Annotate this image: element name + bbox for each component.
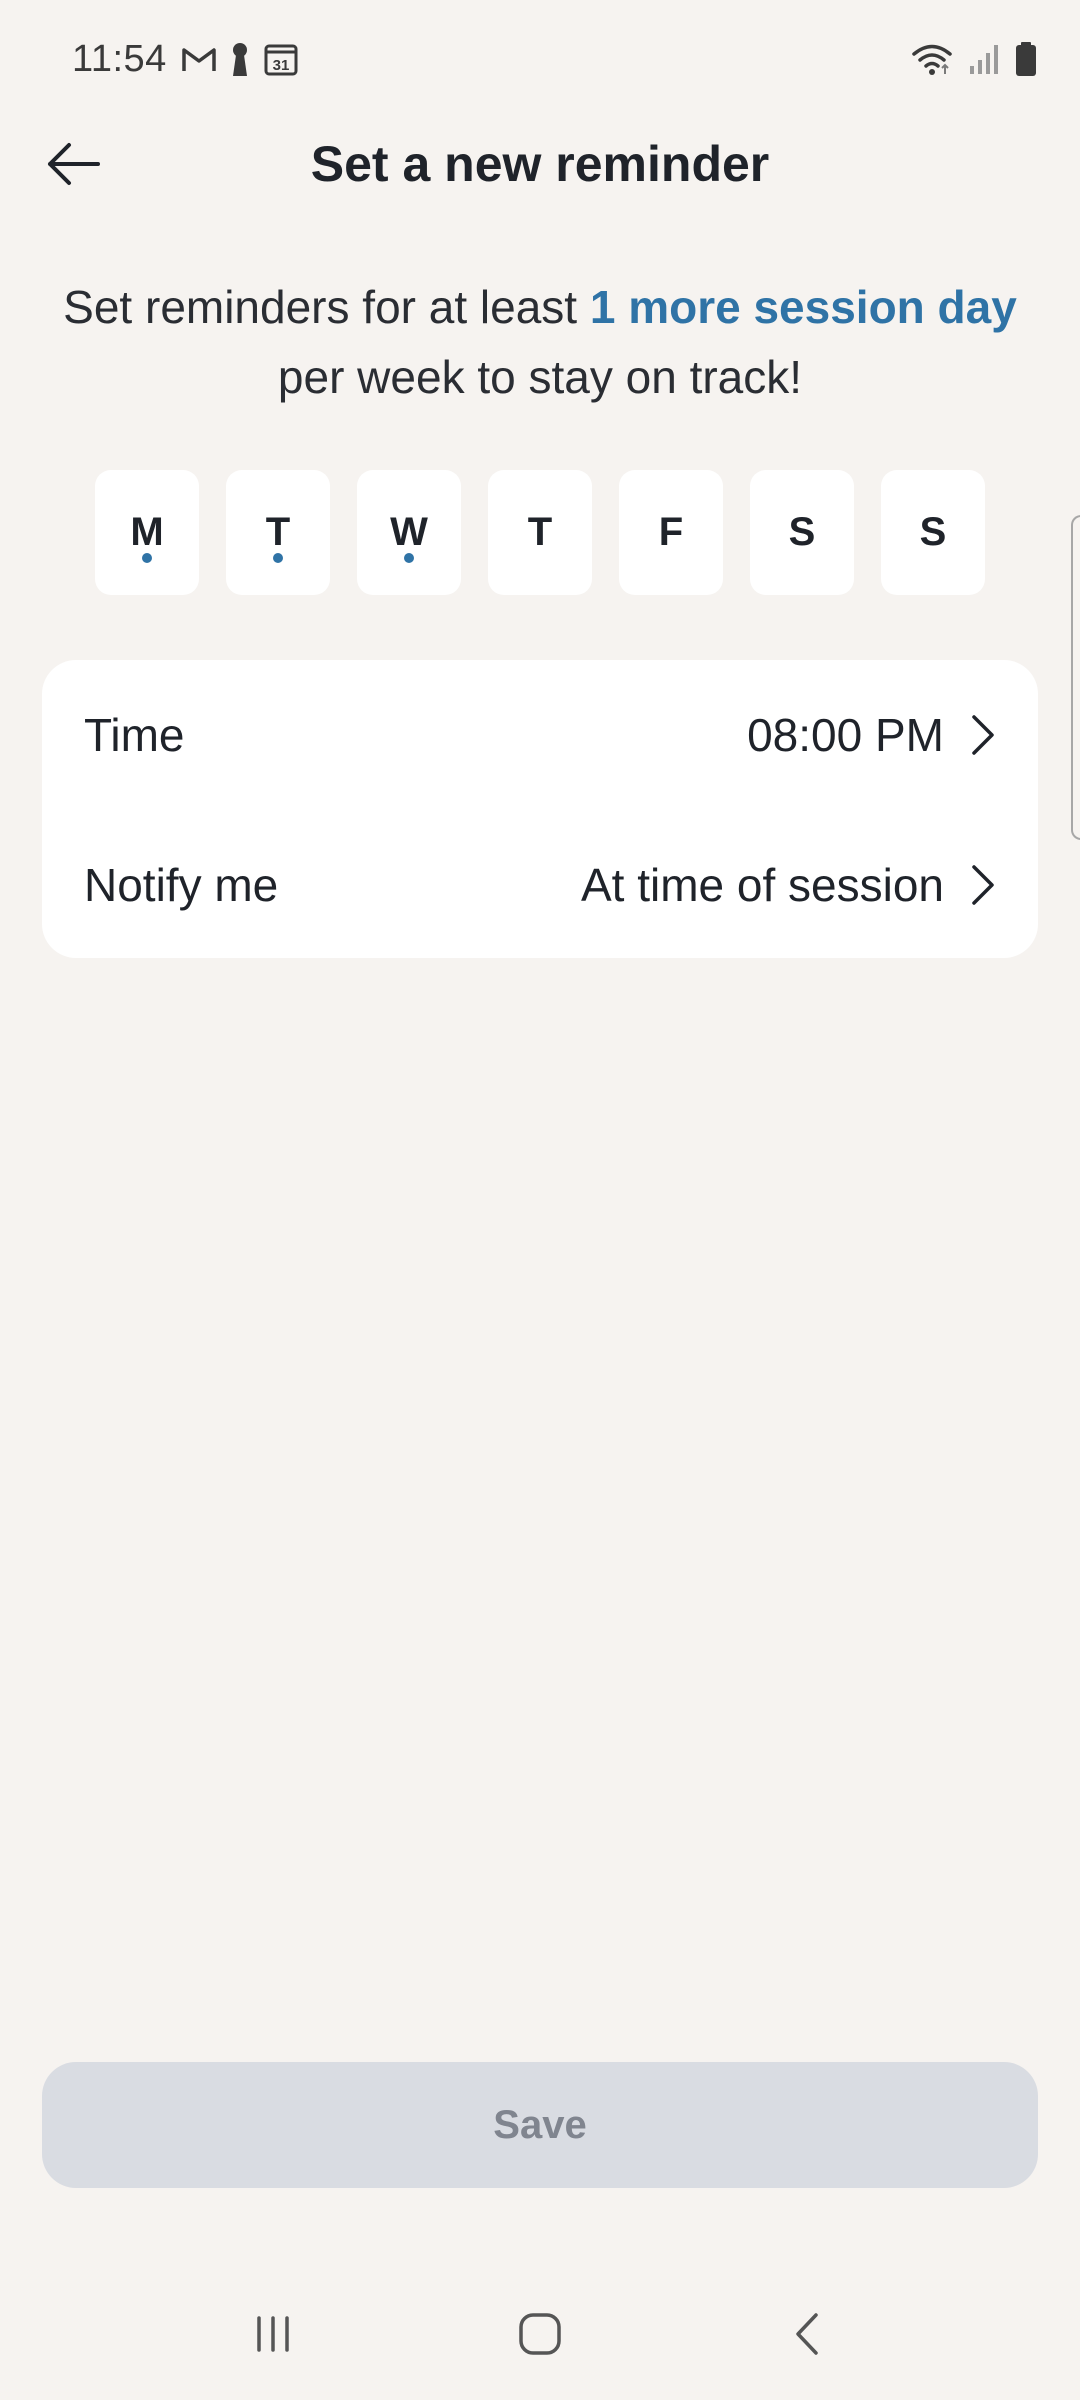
recents-icon bbox=[257, 2316, 290, 2352]
notify-value-group: At time of session bbox=[581, 858, 996, 912]
session-dot bbox=[404, 553, 414, 563]
reminder-settings-card: Time 08:00 PM Notify me At time of sessi… bbox=[42, 660, 1038, 958]
status-right bbox=[910, 41, 1038, 77]
goal-message-suffix: per week to stay on track! bbox=[277, 351, 803, 403]
reminder-screen: 11:54 31 Set a new reminder Set reminder… bbox=[0, 0, 1080, 2400]
gmail-icon bbox=[182, 48, 216, 71]
day-label: F bbox=[658, 510, 684, 554]
notify-value: At time of session bbox=[580, 859, 944, 911]
reminder-goal-message: Set reminders for at least 1 more sessio… bbox=[60, 272, 1020, 412]
system-back-button[interactable] bbox=[747, 2284, 867, 2384]
day-chip-friday[interactable]: F bbox=[619, 470, 723, 595]
status-notification-icons: 31 bbox=[181, 41, 299, 77]
day-label: S bbox=[919, 510, 947, 554]
day-chip-wednesday[interactable]: W bbox=[357, 470, 461, 595]
header: Set a new reminder bbox=[0, 118, 1080, 210]
day-selector: M T W T F S S bbox=[95, 470, 985, 595]
day-chip-saturday[interactable]: S bbox=[750, 470, 854, 595]
goal-message-prefix: Set reminders for at least bbox=[63, 281, 590, 333]
back-button[interactable] bbox=[36, 132, 110, 196]
status-time: 11:54 bbox=[72, 37, 167, 80]
status-left: 11:54 31 bbox=[72, 38, 299, 81]
day-label: T bbox=[527, 510, 553, 554]
day-chip-tuesday[interactable]: T bbox=[226, 470, 330, 595]
session-dot bbox=[273, 553, 283, 563]
status-bar: 11:54 31 bbox=[0, 0, 1080, 118]
time-setting-row[interactable]: Time 08:00 PM bbox=[42, 670, 1038, 800]
arrow-left-icon bbox=[48, 143, 100, 185]
time-label: Time bbox=[84, 709, 185, 761]
day-chip-thursday[interactable]: T bbox=[488, 470, 592, 595]
back-icon bbox=[795, 2313, 818, 2355]
time-value-group: 08:00 PM bbox=[747, 708, 996, 762]
system-nav-bar bbox=[0, 2268, 1080, 2400]
day-label: W bbox=[390, 510, 428, 554]
save-button[interactable]: Save bbox=[42, 2062, 1038, 2188]
page-title: Set a new reminder bbox=[310, 136, 770, 192]
keyhole-icon bbox=[232, 43, 247, 76]
calendar-day-number: 31 bbox=[272, 57, 289, 74]
notify-setting-row[interactable]: Notify me At time of session bbox=[42, 820, 1038, 950]
battery-icon bbox=[1016, 42, 1036, 76]
recents-button[interactable] bbox=[213, 2284, 333, 2384]
day-label: S bbox=[788, 510, 816, 554]
edge-panel-handle[interactable] bbox=[1071, 515, 1080, 840]
day-label: M bbox=[130, 510, 164, 554]
wifi-icon bbox=[912, 44, 952, 75]
goal-message-highlight: 1 more session day bbox=[589, 281, 1017, 333]
home-button[interactable] bbox=[480, 2284, 600, 2384]
day-chip-monday[interactable]: M bbox=[95, 470, 199, 595]
day-label: T bbox=[265, 510, 291, 554]
time-value: 08:00 PM bbox=[747, 709, 944, 761]
signal-icon bbox=[970, 45, 998, 74]
calendar-icon: 31 bbox=[264, 44, 298, 76]
day-chip-sunday[interactable]: S bbox=[881, 470, 985, 595]
notify-label: Notify me bbox=[84, 859, 279, 911]
home-icon bbox=[519, 2313, 561, 2355]
chevron-right-icon bbox=[972, 715, 994, 755]
session-dot bbox=[142, 553, 152, 563]
chevron-right-icon bbox=[972, 865, 994, 905]
